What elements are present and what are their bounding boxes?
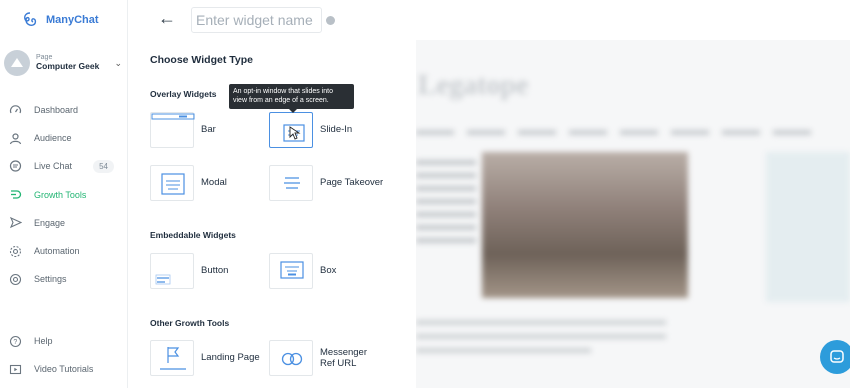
- svg-text:?: ?: [13, 339, 17, 346]
- page-name: Computer Geek: [36, 61, 100, 72]
- sidebar-item-label: Dashboard: [34, 105, 79, 116]
- widget-option-box[interactable]: Box: [269, 253, 336, 289]
- sidebar-item-engage[interactable]: Engage: [0, 209, 128, 237]
- section-overlay-widgets: Overlay Widgets: [150, 89, 217, 99]
- manychat-logo-icon: [24, 12, 37, 26]
- sidebar-item-dashboard[interactable]: Dashboard: [0, 96, 128, 124]
- widget-option-slide-in[interactable]: Slide-In: [269, 112, 352, 148]
- support-chat-button[interactable]: [820, 340, 850, 374]
- arrow-left-icon[interactable]: ←: [158, 8, 176, 29]
- status-dot: [326, 16, 335, 25]
- widget-name-input[interactable]: [191, 7, 322, 33]
- section-other-growth-tools: Other Growth Tools: [150, 318, 230, 328]
- sidebar-item-audience[interactable]: Audience: [0, 124, 128, 152]
- widget-option-landing-page[interactable]: Landing Page: [150, 340, 260, 376]
- widget-option-label: Button: [201, 265, 229, 277]
- sidebar-item-live-chat[interactable]: Live Chat 54: [0, 152, 128, 180]
- page-takeover-widget-icon: [269, 165, 313, 201]
- sidebar-item-label: Growth Tools: [34, 189, 87, 200]
- chat-bubble-icon: [830, 350, 844, 363]
- messenger-ref-url-line1: Messenger: [320, 346, 367, 358]
- video-icon: [8, 362, 22, 376]
- sidebar-item-growth-tools[interactable]: Growth Tools: [0, 181, 128, 209]
- sidebar-item-settings[interactable]: Settings: [0, 265, 128, 293]
- widget-option-label: Landing Page: [201, 352, 260, 364]
- button-widget-icon: [150, 253, 194, 289]
- messenger-ref-url-line2: Ref URL: [320, 358, 357, 369]
- sidebar-bottom-nav: ? Help Video Tutorials: [0, 327, 128, 383]
- sidebar-item-label: Engage: [34, 217, 66, 228]
- modal-widget-icon: [150, 165, 194, 201]
- chooser-title: Choose Widget Type: [150, 54, 253, 66]
- slide-in-widget-icon: [269, 112, 313, 148]
- widget-option-label: Page Takeover: [320, 177, 384, 189]
- sidebar-item-label: Automation: [34, 246, 80, 257]
- sidebar-item-help[interactable]: ? Help: [0, 327, 128, 355]
- box-widget-icon: [269, 253, 313, 289]
- widget-editor-header: ←: [128, 0, 850, 40]
- sidebar-item-label: Help: [34, 336, 53, 347]
- user-icon: [8, 131, 22, 145]
- slide-in-tooltip: An opt-in window that slides into view f…: [229, 84, 354, 113]
- link-icon: [269, 340, 313, 376]
- sidebar-item-automation[interactable]: Automation: [0, 237, 128, 265]
- tooltip-line1: An opt-in window that slides into: [233, 88, 333, 95]
- widget-option-label: Slide-In: [320, 124, 353, 136]
- widget-option-messenger-ref-url[interactable]: Messenger Ref URL: [269, 340, 367, 376]
- dashboard-icon: [8, 103, 22, 117]
- live-chat-count-badge: 54: [93, 159, 114, 173]
- sidebar-item-video-tutorials[interactable]: Video Tutorials: [0, 355, 128, 383]
- bar-widget-icon: [150, 112, 195, 148]
- widget-option-label: Bar: [201, 124, 216, 136]
- logo[interactable]: ManyChat: [20, 10, 99, 30]
- widget-option-bar[interactable]: Bar: [150, 112, 216, 148]
- widget-option-modal[interactable]: Modal: [150, 165, 227, 201]
- page-switcher[interactable]: Page Computer Geek ⌄: [0, 46, 128, 80]
- sidebar-item-label: Audience: [34, 133, 72, 144]
- help-icon: ?: [8, 334, 22, 348]
- app-name: ManyChat: [46, 14, 99, 26]
- widget-option-label: Modal: [201, 177, 227, 189]
- widget-option-button[interactable]: Button: [150, 253, 228, 289]
- widget-option-label: Messenger Ref URL: [320, 347, 367, 370]
- send-icon: [8, 216, 22, 230]
- sidebar-item-label: Settings: [34, 274, 67, 285]
- chevron-down-icon[interactable]: ⌄: [114, 58, 122, 69]
- chat-icon: [8, 159, 22, 173]
- tooltip-line2: view from an edge of a screen.: [233, 97, 329, 105]
- growth-tools-icon: [8, 188, 22, 202]
- gear-icon: [8, 272, 22, 286]
- background-page-preview: Legatope: [416, 40, 850, 388]
- sidebar-item-label: Live Chat: [34, 161, 73, 172]
- sidebar: ManyChat Page Computer Geek ⌄ Dashboard …: [0, 0, 128, 388]
- section-embeddable-widgets: Embeddable Widgets: [150, 230, 236, 240]
- landing-page-flag-icon: [150, 340, 194, 376]
- sidebar-nav: Dashboard Audience Live Chat 54 Growth T…: [0, 96, 128, 293]
- page-avatar-icon: [11, 58, 23, 67]
- sidebar-item-label: Video Tutorials: [34, 364, 94, 375]
- page-avatar: [4, 50, 30, 76]
- widget-option-label: Box: [320, 265, 337, 277]
- widget-option-page-takeover[interactable]: Page Takeover: [269, 165, 383, 201]
- automation-icon: [8, 244, 22, 258]
